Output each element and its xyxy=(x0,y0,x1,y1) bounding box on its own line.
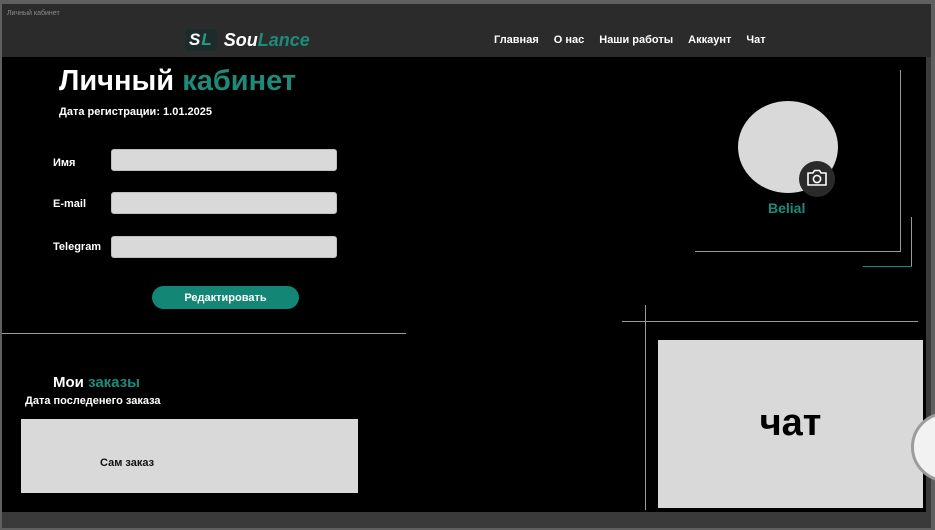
chat-label: чат xyxy=(759,402,822,444)
telegram-label: Telegram xyxy=(53,241,102,253)
last-order-date-label: Дата последенего заказа xyxy=(25,395,161,407)
bottom-edge xyxy=(2,512,931,528)
logo-mark-second: L xyxy=(201,30,213,49)
nav-link-account[interactable]: Аккаунт xyxy=(688,34,731,46)
logo[interactable]: SL SouLance xyxy=(185,29,310,51)
change-photo-button[interactable] xyxy=(799,161,835,197)
chat-frame-top xyxy=(622,321,918,322)
username: Belial xyxy=(768,200,806,216)
page-title-second: кабинет xyxy=(182,65,297,97)
nav-link-about[interactable]: О нас xyxy=(554,34,585,46)
logo-mark-first: S xyxy=(189,30,202,49)
nav-links: Главная О нас Наши работы Аккаунт Чат xyxy=(494,23,766,57)
profile-accent-right xyxy=(911,217,912,267)
email-label: E-mail xyxy=(53,198,87,210)
app-window: Личный кабинет SL SouLance Главная О нас… xyxy=(2,4,931,528)
section-divider-left xyxy=(2,333,406,334)
nav-link-works[interactable]: Наши работы xyxy=(599,34,673,46)
name-input[interactable] xyxy=(111,149,337,171)
logo-mark: SL xyxy=(185,29,217,51)
page-title: Личный кабинет xyxy=(59,65,296,98)
name-label: Имя xyxy=(53,157,76,169)
nav-link-home[interactable]: Главная xyxy=(494,34,539,46)
order-card[interactable]: Сам заказ xyxy=(21,419,358,493)
order-card-label: Сам заказ xyxy=(100,457,155,469)
email-input[interactable] xyxy=(111,192,337,214)
camera-icon xyxy=(807,169,827,186)
orders-title: Мои заказы xyxy=(53,374,140,391)
profile-accent-bottom xyxy=(863,266,912,267)
telegram-input[interactable] xyxy=(111,236,337,258)
window-titlebar: Личный кабинет xyxy=(2,4,931,23)
edit-button[interactable]: Редактировать xyxy=(152,286,299,309)
logo-text: SouLance xyxy=(224,30,310,51)
registration-date: Дата регистрации: 1.01.2025 xyxy=(59,106,212,118)
chat-frame-left xyxy=(645,305,646,510)
profile-frame-right xyxy=(900,70,901,252)
main-content: Личный кабинет Дата регистрации: 1.01.20… xyxy=(2,57,926,512)
window-title: Личный кабинет xyxy=(7,10,60,17)
chat-panel[interactable]: чат xyxy=(658,340,923,508)
nav-link-chat[interactable]: Чат xyxy=(746,34,765,46)
orders-title-second: заказы xyxy=(88,374,140,391)
page-title-first: Личный xyxy=(59,65,175,97)
logo-text-first: Sou xyxy=(223,29,258,50)
navbar: SL SouLance Главная О нас Наши работы Ак… xyxy=(2,23,931,57)
profile-frame-bottom xyxy=(695,251,901,252)
orders-title-first: Мои xyxy=(53,374,84,391)
logo-text-second: Lance xyxy=(257,29,310,50)
